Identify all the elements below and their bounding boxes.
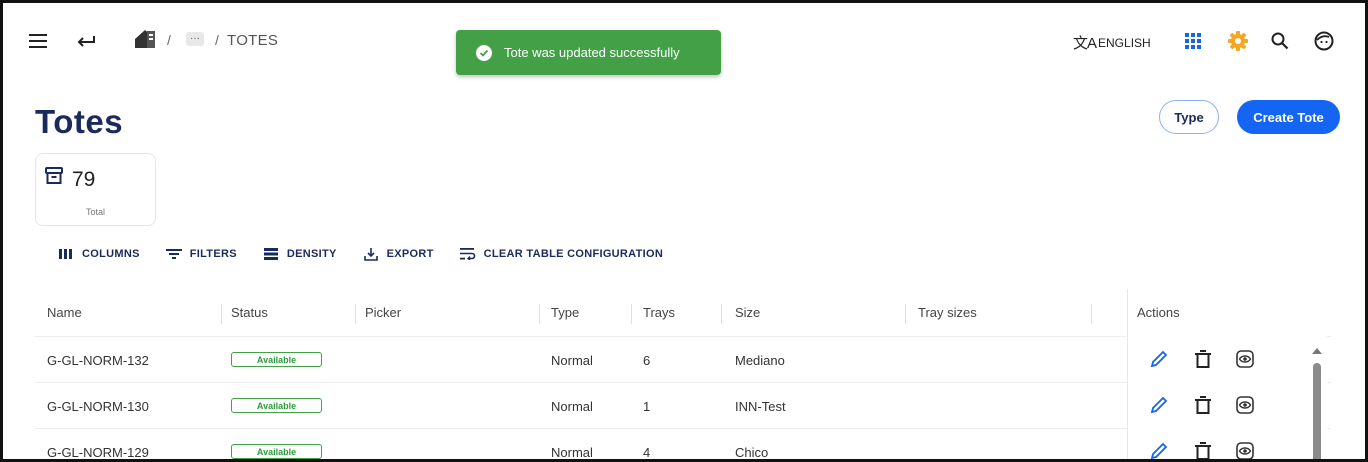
edit-icon[interactable] [1148, 440, 1170, 459]
breadcrumb-current: TOTES [227, 32, 279, 49]
language-label: ENGLISH [1098, 35, 1151, 50]
translate-icon: 文A [1073, 35, 1097, 52]
view-icon[interactable] [1234, 348, 1256, 370]
search-icon[interactable] [1269, 30, 1291, 52]
create-tote-button[interactable]: Create Tote [1237, 100, 1340, 134]
scrollbar-thumb[interactable] [1313, 363, 1321, 459]
back-icon[interactable] [75, 30, 97, 52]
column-separator[interactable] [355, 304, 356, 324]
apps-icon[interactable] [1183, 31, 1203, 51]
export-label: EXPORT [386, 248, 434, 260]
breadcrumb-separator: / [215, 32, 219, 48]
total-count: 79 [72, 168, 96, 191]
view-icon[interactable] [1234, 440, 1256, 459]
column-header-type[interactable]: Type [551, 305, 579, 320]
table-toolbar: COLUMNS FILTERS DENSITY EXPORT CLEAR TAB… [58, 247, 689, 261]
cell-type: Normal [551, 353, 593, 368]
top-bar: / ··· / TOTES Tote was updated successfu… [3, 3, 1365, 83]
breadcrumb-ellipsis[interactable]: ··· [186, 32, 204, 46]
view-icon[interactable] [1234, 394, 1256, 416]
column-separator[interactable] [221, 304, 222, 324]
home-icon[interactable] [133, 27, 157, 51]
edit-icon[interactable] [1148, 394, 1170, 416]
density-button[interactable]: DENSITY [263, 247, 337, 261]
actions-column: Actions [1127, 289, 1327, 459]
density-icon [263, 247, 279, 261]
filters-label: FILTERS [189, 248, 237, 260]
columns-label: COLUMNS [82, 248, 140, 260]
success-toast: Tote was updated successfully [456, 30, 721, 75]
clear-config-icon [459, 247, 476, 261]
status-badge: Available [231, 444, 322, 459]
cell-type: Normal [551, 445, 593, 460]
column-header-size[interactable]: Size [735, 305, 760, 320]
cell-name: G-GL-NORM-130 [47, 399, 149, 414]
toast-message: Tote was updated successfully [504, 45, 680, 60]
columns-icon [58, 247, 74, 261]
language-selector[interactable]: 文A ENGLISH [1073, 32, 1151, 53]
delete-icon[interactable] [1192, 348, 1214, 370]
cell-name: G-GL-NORM-132 [47, 353, 149, 368]
column-separator[interactable] [905, 304, 906, 324]
column-header-tray-sizes[interactable]: Tray sizes [918, 305, 977, 320]
column-separator[interactable] [1091, 304, 1092, 324]
status-badge: Available [231, 352, 322, 367]
check-circle-icon [476, 44, 492, 61]
export-button[interactable]: EXPORT [363, 247, 434, 261]
delete-icon[interactable] [1192, 440, 1214, 459]
column-header-picker[interactable]: Picker [365, 305, 401, 320]
archive-box-icon [44, 166, 66, 188]
account-icon[interactable] [1313, 30, 1335, 52]
cell-type: Normal [551, 399, 593, 414]
cell-trays: 1 [643, 399, 651, 414]
column-separator[interactable] [721, 304, 722, 324]
filter-icon [165, 247, 182, 261]
column-separator[interactable] [539, 304, 540, 324]
cell-size: INN-Test [735, 399, 786, 414]
breadcrumb-separator: / [167, 32, 171, 48]
density-label: DENSITY [286, 248, 337, 260]
column-header-status[interactable]: Status [231, 305, 268, 320]
column-header-trays[interactable]: Trays [643, 305, 675, 320]
cell-size: Mediano [735, 353, 785, 368]
gear-icon[interactable] [1227, 30, 1249, 52]
cell-trays: 4 [643, 445, 651, 460]
edit-icon[interactable] [1148, 348, 1170, 370]
clear-config-button[interactable]: CLEAR TABLE CONFIGURATION [459, 247, 664, 261]
columns-button[interactable]: COLUMNS [58, 247, 140, 261]
column-separator[interactable] [631, 304, 632, 324]
total-stat-card: 79 Total [35, 153, 156, 226]
column-header-actions: Actions [1137, 305, 1180, 320]
clear-config-label: CLEAR TABLE CONFIGURATION [483, 248, 664, 260]
column-header-name[interactable]: Name [47, 305, 82, 320]
type-button[interactable]: Type [1159, 100, 1219, 134]
delete-icon[interactable] [1192, 394, 1214, 416]
export-icon [363, 247, 379, 261]
cell-trays: 6 [643, 353, 651, 368]
cell-size: Chico [735, 445, 769, 460]
menu-icon[interactable] [27, 30, 49, 52]
cell-name: G-GL-NORM-129 [47, 445, 149, 460]
page-title: Totes [35, 103, 124, 140]
filters-button[interactable]: FILTERS [165, 247, 237, 261]
scroll-up-arrow[interactable] [1311, 343, 1323, 354]
status-badge: Available [231, 398, 322, 413]
app-window: / ··· / TOTES Tote was updated successfu… [0, 0, 1368, 462]
total-label: Total [85, 207, 105, 217]
